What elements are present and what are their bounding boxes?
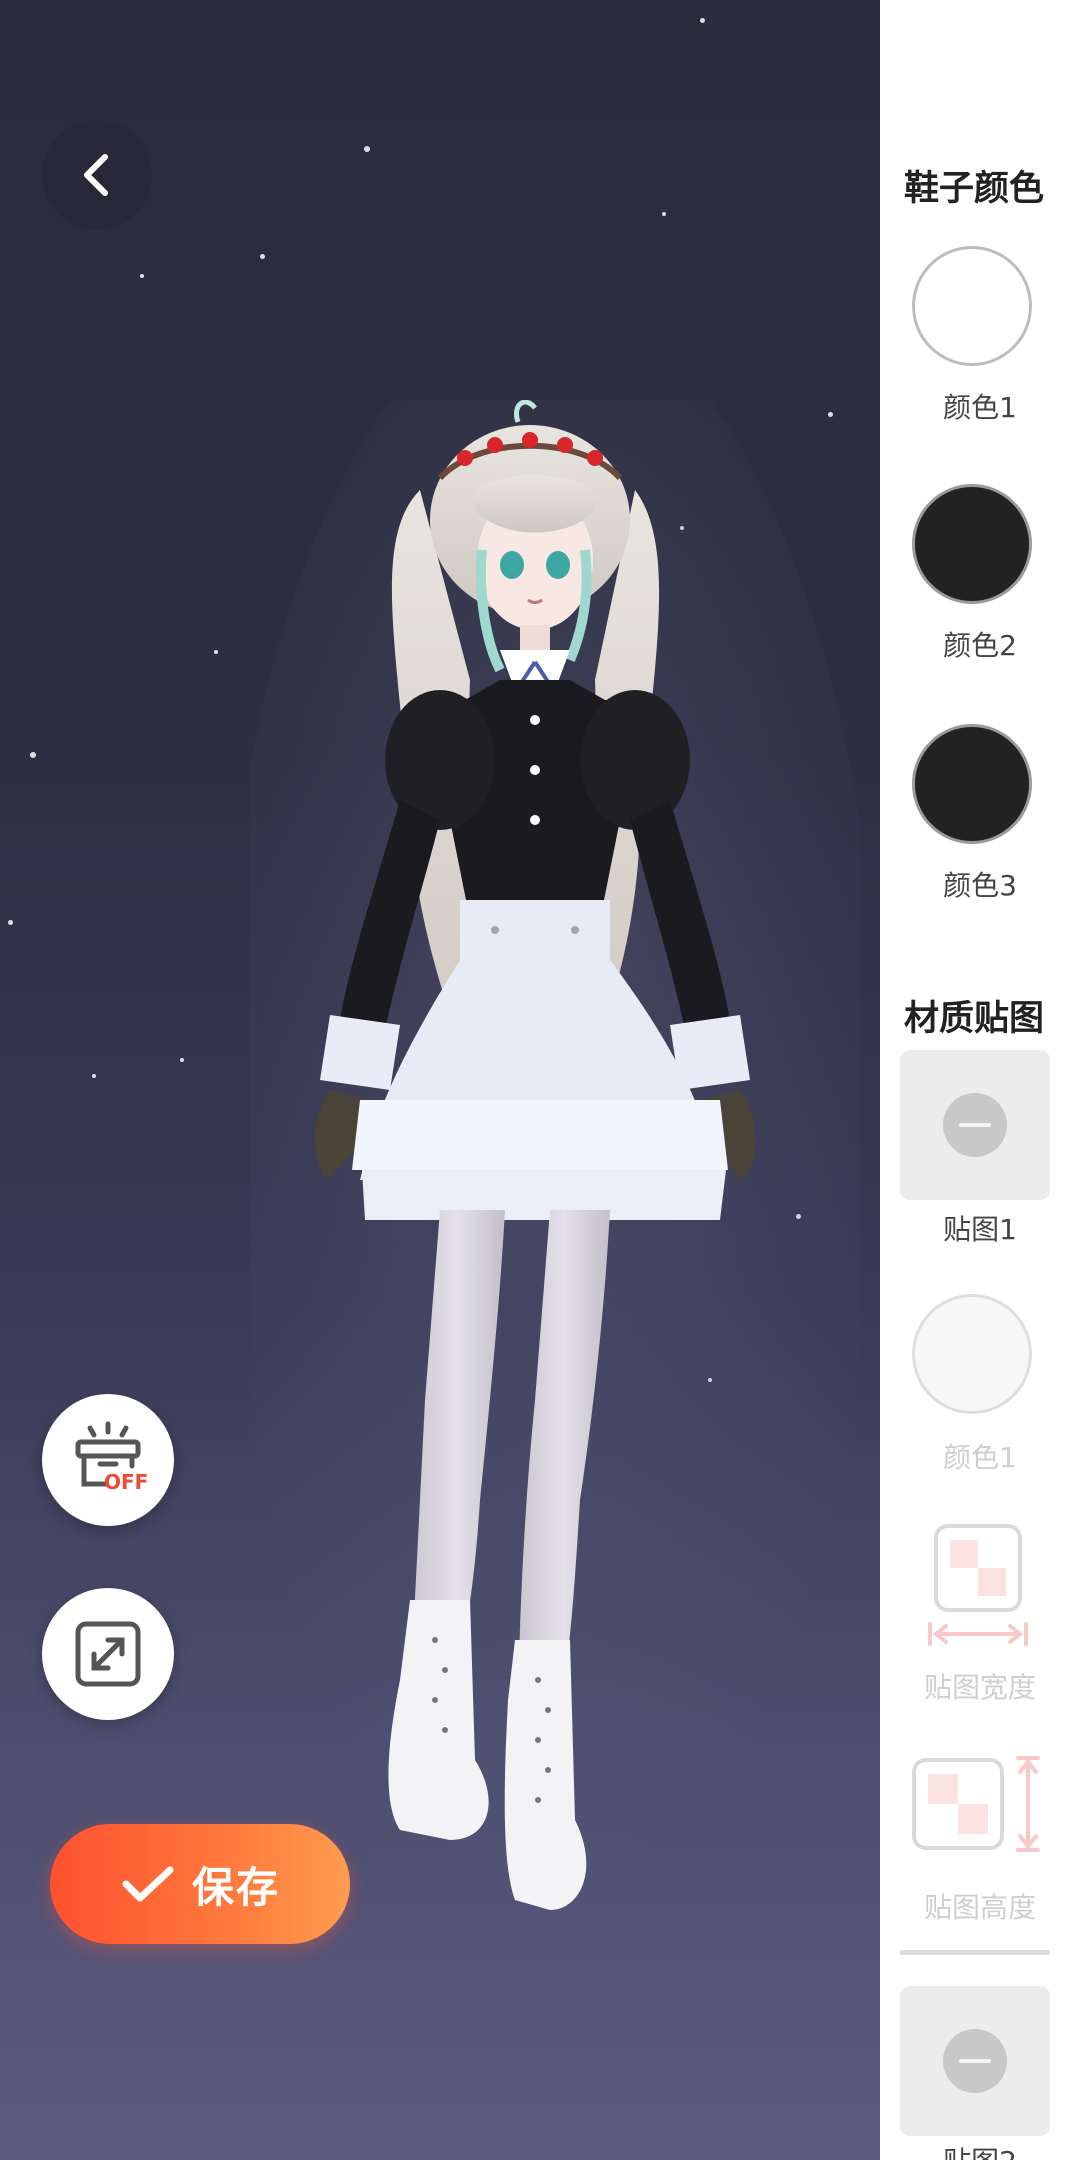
save-button-label: 保存 — [191, 1862, 280, 1912]
texture-color-swatch[interactable] — [912, 1294, 1032, 1414]
texture-width-label: 贴图宽度 — [923, 1671, 1036, 1704]
texture-width-icon[interactable] — [928, 1522, 1028, 1652]
texture-title: 材质贴图 — [904, 999, 1045, 1039]
star — [700, 18, 705, 23]
texture-tile-1-label: 贴图1 — [943, 1213, 1017, 1246]
shoe-color-swatch-2[interactable] — [912, 484, 1032, 604]
check-icon — [122, 1866, 174, 1902]
star — [8, 920, 13, 925]
remove-texture-icon — [943, 1093, 1007, 1157]
shoe-color-swatch-3[interactable] — [912, 724, 1032, 844]
star — [364, 146, 370, 152]
star — [140, 274, 144, 278]
expand-button[interactable] — [42, 1588, 174, 1720]
customization-panel[interactable]: 鞋子颜色 颜色1 颜色2 颜色3 材质贴图 贴图1 颜色1 贴图宽度 贴图高度 — [880, 0, 1080, 2160]
texture-tile-2-label: 贴图2 — [880, 2140, 1080, 2160]
texture-height-label: 贴图高度 — [923, 1891, 1036, 1924]
texture-height-icon[interactable] — [910, 1756, 1050, 1852]
star — [92, 1074, 96, 1078]
texture-color-label: 颜色1 — [943, 1441, 1017, 1474]
shoe-color-label-3: 颜色3 — [943, 869, 1017, 902]
texture-tile-2[interactable] — [900, 1986, 1050, 2136]
remove-texture-icon — [943, 2029, 1007, 2093]
star — [214, 650, 218, 654]
star — [260, 254, 265, 259]
back-button[interactable] — [42, 120, 152, 230]
shoe-color-title: 鞋子颜色 — [904, 169, 1045, 209]
section-divider — [900, 1950, 1050, 1955]
shoe-color-label-2: 颜色2 — [943, 629, 1017, 662]
star — [30, 752, 36, 758]
shoe-color-swatch-1[interactable] — [912, 246, 1032, 366]
expand-arrows-icon — [75, 1621, 141, 1687]
avatar-character-model[interactable] — [250, 400, 860, 1980]
off-badge: OFF — [104, 1470, 149, 1494]
chevron-left-icon — [84, 154, 108, 196]
display-toggle-button[interactable]: OFF — [42, 1394, 174, 1526]
save-button[interactable]: 保存 — [50, 1824, 350, 1944]
texture-tile-1[interactable] — [900, 1050, 1050, 1200]
star — [180, 1058, 184, 1062]
avatar-preview-viewport[interactable]: OFF 保存 — [0, 0, 880, 2160]
star — [662, 212, 666, 216]
shoe-color-label-1: 颜色1 — [943, 391, 1017, 424]
